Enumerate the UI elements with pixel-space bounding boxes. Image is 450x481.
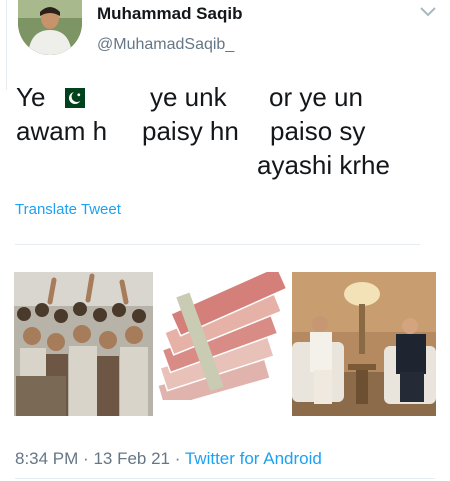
tweet-date[interactable]: 13 Feb 21 bbox=[93, 449, 170, 468]
tweet-segment-7: ayashi krhe bbox=[257, 150, 390, 180]
divider bbox=[15, 478, 435, 479]
meeting-photo-image bbox=[292, 272, 436, 416]
tweet-segment-4: awam h bbox=[16, 116, 108, 146]
banknotes-photo-image bbox=[153, 272, 292, 416]
translate-tweet-link[interactable]: Translate Tweet bbox=[15, 201, 121, 218]
tweet-segment-6: paiso sy bbox=[270, 116, 366, 146]
tweet-text: Ye ye unk or ye un awam h paisy hn paiso… bbox=[16, 80, 436, 190]
banknotes-photo[interactable] bbox=[153, 272, 292, 416]
chevron-down-icon[interactable] bbox=[418, 4, 438, 20]
user-name[interactable]: Muhammad Saqib bbox=[97, 4, 242, 24]
avatar-image bbox=[18, 0, 82, 55]
tweet-segment-5: paisy hn bbox=[142, 116, 239, 146]
avatar[interactable] bbox=[18, 0, 82, 55]
crowd-photo-image bbox=[14, 272, 153, 416]
pakistan-flag-icon bbox=[59, 88, 86, 108]
meeting-photo[interactable] bbox=[292, 272, 436, 416]
tweet-meta: 8:34 PM · 13 Feb 21 · Twitter for Androi… bbox=[15, 449, 322, 469]
crowd-photo[interactable] bbox=[14, 272, 153, 416]
tweet-segment-1: Ye bbox=[16, 82, 46, 112]
user-handle[interactable]: @MuhamadSaqib_ bbox=[97, 36, 234, 54]
tweet-source-link[interactable]: Twitter for Android bbox=[185, 449, 322, 468]
tweet-segment-2: ye unk bbox=[150, 82, 227, 112]
tweet-media[interactable] bbox=[14, 272, 436, 416]
left-edge-line bbox=[0, 0, 7, 90]
divider bbox=[15, 244, 420, 245]
tweet-time[interactable]: 8:34 PM bbox=[15, 449, 78, 468]
meta-separator: · bbox=[174, 449, 181, 468]
tweet-segment-3: or ye un bbox=[269, 82, 363, 112]
meta-separator: · bbox=[83, 449, 89, 468]
